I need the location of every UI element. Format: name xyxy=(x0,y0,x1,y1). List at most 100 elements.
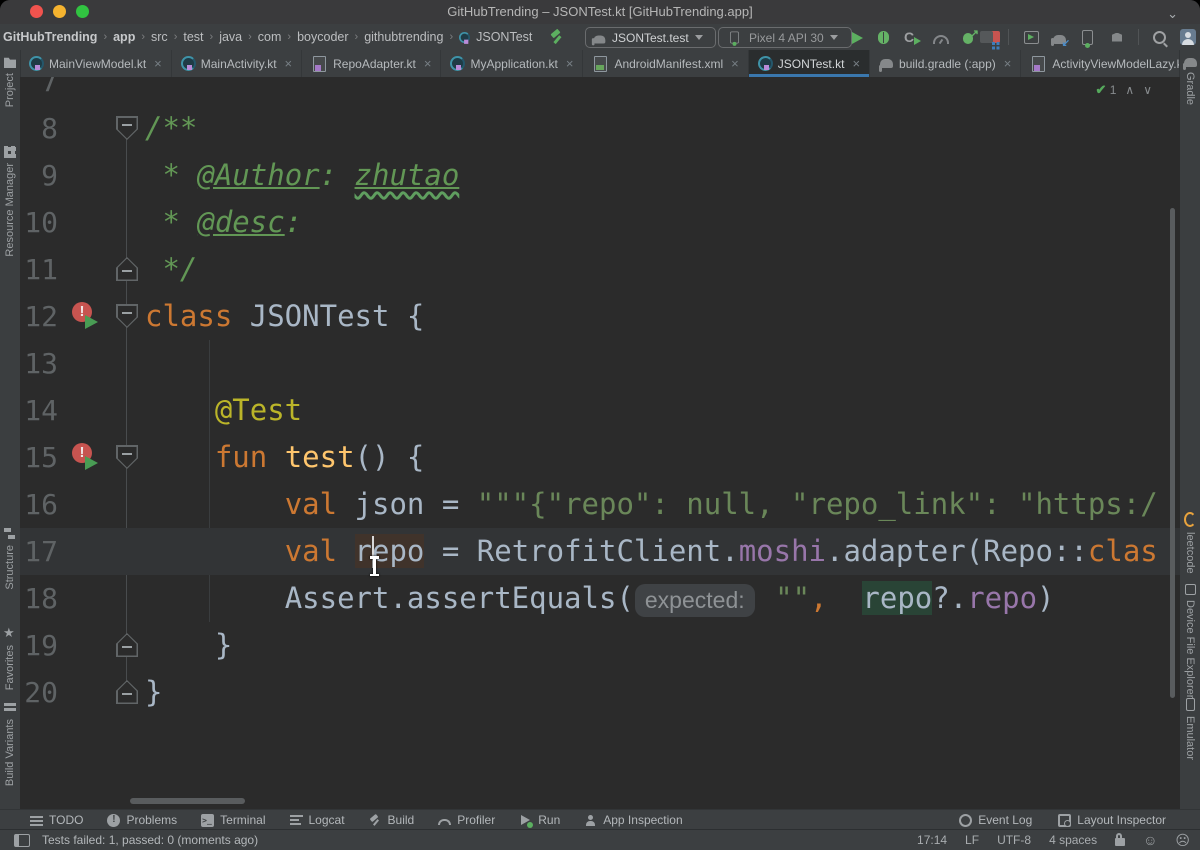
close-tab-icon[interactable]: × xyxy=(731,56,739,71)
code-line-9[interactable]: 9 * @Author: zhutao xyxy=(20,152,1180,199)
prev-problem-icon[interactable]: ∧ xyxy=(1125,83,1134,97)
logcat-window-icon[interactable] xyxy=(1024,31,1039,44)
happy-face-icon[interactable]: ☺ xyxy=(1143,833,1157,847)
code-editor[interactable]: 78/**9 * @Author: zhutao10 * @desc:11 */… xyxy=(20,77,1180,810)
line-number: 13 xyxy=(20,340,58,387)
run-test-failed-icon[interactable]: ! xyxy=(72,443,104,473)
tool-window-button-profiler[interactable]: Profiler xyxy=(438,813,495,827)
stripe-item-structure[interactable]: Structure xyxy=(0,528,20,590)
event-log-icon xyxy=(959,814,972,827)
stripe-item-device-file-explorer[interactable]: Device File Explorer xyxy=(1180,584,1200,698)
inspections-widget[interactable]: ✔ 1 ∧ ∨ xyxy=(1095,82,1152,98)
code-line-13[interactable]: 13 xyxy=(20,340,1180,387)
stripe-item-build-variants[interactable]: Build Variants xyxy=(0,702,20,786)
code-line-17[interactable]: 17 val repo = RetrofitClient.moshi.adapt… xyxy=(20,528,1180,575)
debug-icon[interactable] xyxy=(878,31,889,44)
horizontal-scrollbar[interactable] xyxy=(130,798,245,804)
stripe-item-project[interactable]: Project xyxy=(0,56,20,107)
breadcrumb-item-githubtrending[interactable]: GitHubTrending xyxy=(2,30,98,44)
tool-window-button-run[interactable]: Run xyxy=(519,813,560,827)
status-message: Tests failed: 1, passed: 0 (moments ago) xyxy=(42,833,258,847)
run-test-failed-icon[interactable]: ! xyxy=(72,302,104,332)
tab-RepoAdapter.kt[interactable]: RepoAdapter.kt× xyxy=(302,50,441,77)
close-tab-icon[interactable]: × xyxy=(424,56,432,71)
device-manager-icon[interactable] xyxy=(980,31,993,43)
line-ending-indicator[interactable]: LF xyxy=(965,833,979,847)
code-line-12[interactable]: 12!class JSONTest { xyxy=(20,293,1180,340)
fold-marker[interactable] xyxy=(116,680,138,704)
stripe-item-gradle[interactable]: Gradle xyxy=(1180,56,1200,105)
code-line-14[interactable]: 14 @Test xyxy=(20,387,1180,434)
tool-window-button-terminal[interactable]: Terminal xyxy=(201,813,265,827)
vertical-scrollbar[interactable] xyxy=(1170,208,1175,698)
tab-JSONTest.kt[interactable]: JSONTest.kt× xyxy=(749,50,870,77)
encoding-indicator[interactable]: UTF-8 xyxy=(997,833,1031,847)
close-tab-icon[interactable]: × xyxy=(852,56,860,71)
fold-marker[interactable] xyxy=(116,116,138,140)
readonly-lock-icon[interactable] xyxy=(1115,838,1125,846)
stripe-item-leetcode[interactable]: leetcode xyxy=(1180,512,1200,574)
code-line-16[interactable]: 16 val json = """{"repo": null, "repo_li… xyxy=(20,481,1180,528)
stripe-item-favorites[interactable]: Favorites xyxy=(0,628,20,690)
code-line-8[interactable]: 8/** xyxy=(20,105,1180,152)
sdk-manager-icon[interactable] xyxy=(1112,33,1122,42)
tool-window-button-event-log[interactable]: Event Log xyxy=(959,813,1032,827)
fold-marker[interactable] xyxy=(116,304,138,328)
next-problem-icon[interactable]: ∨ xyxy=(1143,83,1152,97)
code-line-19[interactable]: 19 } xyxy=(20,622,1180,669)
fold-marker[interactable] xyxy=(116,633,138,657)
virtual-device-icon[interactable] xyxy=(1082,30,1093,45)
tab-MainViewModel.kt[interactable]: MainViewModel.kt× xyxy=(20,50,172,77)
run-icon[interactable] xyxy=(852,32,863,44)
breadcrumb-item-jsontest[interactable]: JSONTest xyxy=(475,30,533,44)
code-line-18[interactable]: 18 Assert.assertEquals(expected: "", rep… xyxy=(20,575,1180,622)
tab-MainActivity.kt[interactable]: MainActivity.kt× xyxy=(172,50,302,77)
code-line-7[interactable]: 7 xyxy=(20,77,1180,105)
code-line-15[interactable]: 15! fun test() { xyxy=(20,434,1180,481)
profile-icon[interactable]: C xyxy=(904,29,920,45)
code-line-10[interactable]: 10 * @desc: xyxy=(20,199,1180,246)
run-configuration-select[interactable]: JSONTest.test xyxy=(585,27,716,48)
close-tab-icon[interactable]: × xyxy=(154,56,162,71)
tab-build.gradle (:app)[interactable]: build.gradle (:app)× xyxy=(870,50,1021,77)
tool-window-button-logcat[interactable]: Logcat xyxy=(290,813,345,827)
breadcrumb-item-githubtrending[interactable]: githubtrending xyxy=(363,30,444,44)
status-time: 17:14 xyxy=(917,833,947,847)
tab-ActivityViewModelLazy.kt[interactable]: ActivityViewModelLazy.kt× xyxy=(1021,50,1180,77)
device-select[interactable]: Pixel 4 API 30 xyxy=(718,27,852,48)
tool-window-button-layout-inspector[interactable]: Layout Inspector xyxy=(1058,813,1166,827)
line-number: 11 xyxy=(20,246,58,293)
tab-AndroidManifest.xml[interactable]: AndroidManifest.xml× xyxy=(583,50,748,77)
search-everywhere-icon[interactable] xyxy=(1153,31,1166,44)
breadcrumb-item-app[interactable]: app xyxy=(112,30,136,44)
attach-debugger-icon[interactable] xyxy=(963,33,973,44)
hidden-tabs-chevron[interactable]: ⌄ xyxy=(1167,0,1178,27)
breadcrumb-item-src[interactable]: src xyxy=(150,30,169,44)
tool-window-button-build[interactable]: Build xyxy=(369,813,415,827)
line-number: 20 xyxy=(20,669,58,716)
tab-MyApplication.kt[interactable]: MyApplication.kt× xyxy=(441,50,583,77)
fold-marker[interactable] xyxy=(116,445,138,469)
close-tab-icon[interactable]: × xyxy=(285,56,293,71)
tool-window-switcher-icon[interactable] xyxy=(14,834,30,847)
tool-window-button-app-inspection[interactable]: App Inspection xyxy=(584,813,682,827)
breadcrumb-item-java[interactable]: java xyxy=(218,30,243,44)
stripe-item-emulator[interactable]: Emulator xyxy=(1180,698,1200,760)
sad-face-icon[interactable]: ☹ xyxy=(1175,833,1190,847)
indent-indicator[interactable]: 4 spaces xyxy=(1049,833,1097,847)
sync-project-gradle-icon[interactable] xyxy=(1053,35,1066,44)
stripe-item-resource-manager[interactable]: Resource Manager xyxy=(0,146,20,257)
tool-window-button-todo[interactable]: TODO xyxy=(30,813,83,827)
close-tab-icon[interactable]: × xyxy=(566,56,574,71)
breadcrumb-item-boycoder[interactable]: boycoder xyxy=(296,30,349,44)
close-tab-icon[interactable]: × xyxy=(1004,56,1012,71)
code-line-20[interactable]: 20} xyxy=(20,669,1180,716)
breadcrumb-item-com[interactable]: com xyxy=(257,30,283,44)
breadcrumb-item-test[interactable]: test xyxy=(182,30,204,44)
fold-marker[interactable] xyxy=(116,257,138,281)
profile-avatar[interactable] xyxy=(1180,29,1196,45)
code-line-11[interactable]: 11 */ xyxy=(20,246,1180,293)
tool-window-button-problems[interactable]: Problems xyxy=(107,813,177,827)
build-hammer-icon[interactable] xyxy=(549,29,565,45)
profiler-low-overhead-icon[interactable] xyxy=(933,35,949,44)
